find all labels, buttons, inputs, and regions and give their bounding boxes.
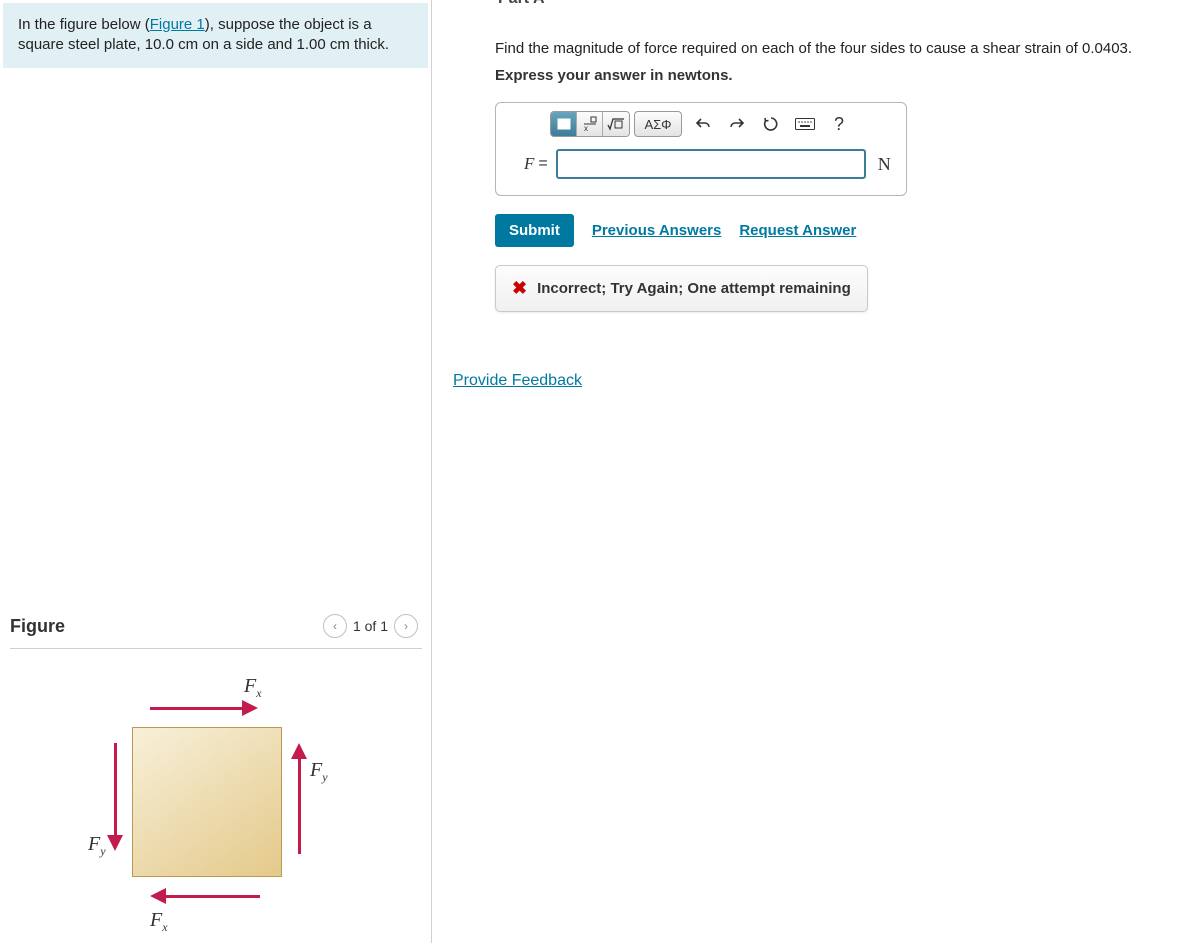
figure-page-indicator: 1 of 1 <box>353 618 388 634</box>
feedback-message-box: ✖ Incorrect; Try Again; One attempt rema… <box>495 265 868 312</box>
chevron-left-icon: ‹ <box>333 619 337 633</box>
answer-toolbar: x ΑΣΦ ? <box>496 103 906 143</box>
redo-icon[interactable] <box>724 111 750 137</box>
greek-letters-button[interactable]: ΑΣΦ <box>634 111 682 137</box>
previous-answers-link[interactable]: Previous Answers <box>592 222 722 239</box>
rectangle-tool-icon[interactable] <box>551 112 577 136</box>
fx-top-label: Fx <box>244 675 262 701</box>
answer-input[interactable] <box>556 149 866 179</box>
next-figure-button[interactable]: › <box>394 614 418 638</box>
answer-box: x ΑΣΦ ? <box>495 102 907 196</box>
undo-icon[interactable] <box>690 111 716 137</box>
fy-right-label: Fy <box>310 759 328 785</box>
unit-label: N <box>878 154 891 175</box>
svg-text:x: x <box>584 124 588 132</box>
fx-top-arrow <box>150 703 260 713</box>
figure-canvas: Fx Fx Fy Fy <box>10 663 422 943</box>
reset-icon[interactable] <box>758 111 784 137</box>
figure-nav: ‹ 1 of 1 › <box>323 614 418 638</box>
figure-link[interactable]: Figure 1 <box>150 16 205 33</box>
help-icon[interactable]: ? <box>826 111 852 137</box>
sqrt-tool-icon[interactable] <box>603 112 629 136</box>
question-text: Find the magnitude of force required on … <box>495 40 1180 57</box>
prev-figure-button[interactable]: ‹ <box>323 614 347 638</box>
figure-panel: Figure ‹ 1 of 1 › Fx <box>0 606 432 943</box>
keyboard-icon[interactable] <box>792 111 818 137</box>
provide-feedback-link[interactable]: Provide Feedback <box>453 372 582 390</box>
fy-right-arrow <box>294 743 304 853</box>
part-label: Part A <box>498 0 545 8</box>
equals-sign: = <box>538 155 547 173</box>
incorrect-x-icon: ✖ <box>512 278 527 299</box>
fy-left-label: Fy <box>88 833 106 859</box>
steel-plate-square <box>132 727 282 877</box>
variable-label: F <box>524 154 534 174</box>
figure-title: Figure <box>10 616 65 637</box>
fx-bottom-label: Fx <box>150 909 168 935</box>
feedback-message: Incorrect; Try Again; One attempt remain… <box>537 280 851 297</box>
fx-bottom-arrow <box>150 891 260 901</box>
chevron-right-icon: › <box>404 619 408 633</box>
problem-text-before: In the figure below ( <box>18 16 150 33</box>
submit-button[interactable]: Submit <box>495 214 574 247</box>
problem-statement: In the figure below (Figure 1), suppose … <box>3 3 428 68</box>
format-tabs: x <box>550 111 630 137</box>
request-answer-link[interactable]: Request Answer <box>739 222 856 239</box>
fy-left-arrow <box>110 743 120 853</box>
express-instruction: Express your answer in newtons. <box>495 67 1180 84</box>
fraction-tool-icon[interactable]: x <box>577 112 603 136</box>
